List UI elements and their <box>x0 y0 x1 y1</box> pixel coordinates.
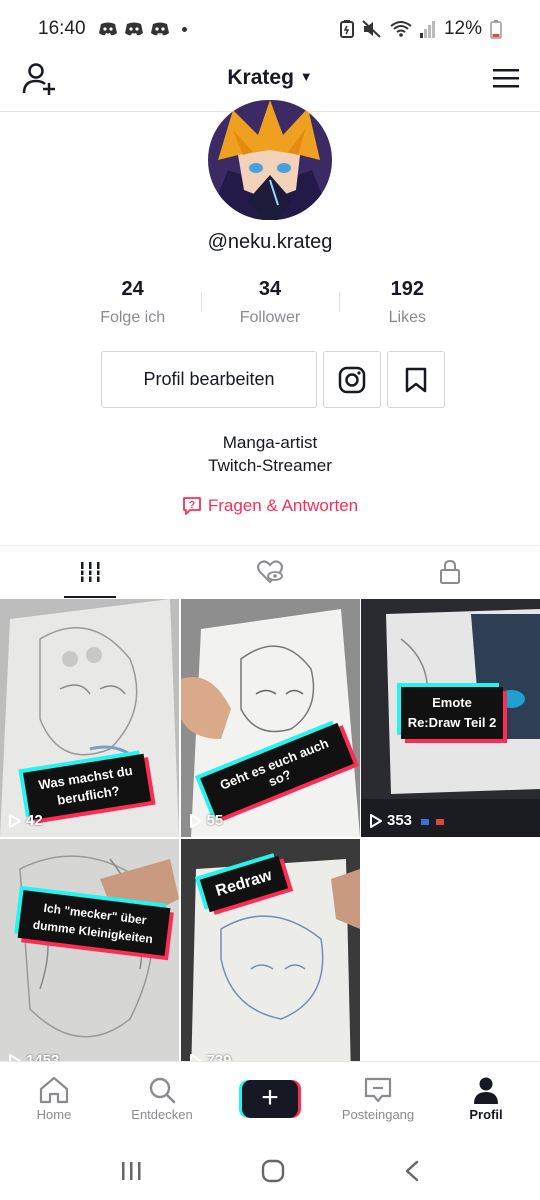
nav-create[interactable]: + <box>216 1062 324 1141</box>
discord-icon <box>150 22 169 36</box>
video-thumbnail[interactable]: Geht es euch auch so? 55 <box>180 599 360 837</box>
profile-stats: 24 Folge ich 34 Follower 192 Likes <box>64 278 476 327</box>
stat-value: 34 <box>258 278 282 300</box>
status-bar: 16:40 12% <box>0 0 540 58</box>
nav-label: Posteingang <box>341 1107 415 1122</box>
grid-icon <box>81 562 100 582</box>
stat-value: 192 <box>390 278 424 300</box>
view-count-value: 42 <box>26 812 43 829</box>
nav-label: Home <box>36 1107 72 1122</box>
recent-apps-icon[interactable] <box>120 1161 142 1181</box>
qa-link[interactable]: ? Fragen & Antworten <box>0 496 540 516</box>
battery-percent: 12% <box>443 18 482 39</box>
bookmark-icon <box>405 367 427 392</box>
avatar[interactable] <box>208 100 332 220</box>
view-count: 353 <box>369 812 412 829</box>
home-icon <box>39 1076 69 1104</box>
signal-icon <box>419 21 435 38</box>
nav-home[interactable]: Home <box>0 1062 108 1141</box>
play-icon <box>370 813 382 828</box>
chevron-down-icon: ▼ <box>299 69 313 84</box>
discord-icon <box>124 22 143 36</box>
lock-icon <box>440 559 460 584</box>
instagram-icon <box>338 366 366 393</box>
search-icon <box>149 1077 176 1104</box>
bio-line: Manga-artist <box>222 433 318 452</box>
profile-actions: Profil bearbeiten <box>101 351 445 408</box>
qa-link-label: Fragen & Antworten <box>207 496 359 515</box>
nav-profile[interactable]: Profil <box>432 1062 540 1141</box>
tab-private[interactable] <box>360 546 540 598</box>
bio-line: Twitch-Streamer <box>208 456 332 475</box>
menu-icon[interactable] <box>492 66 520 90</box>
nav-label: Entdecken <box>131 1107 193 1122</box>
nav-inbox[interactable]: Posteingang <box>324 1062 432 1141</box>
stat-value: 24 <box>121 278 144 300</box>
question-bubble-icon: ? <box>182 497 201 515</box>
instagram-button[interactable] <box>323 351 381 408</box>
view-count: 42 <box>8 812 43 829</box>
hidden-heart-icon <box>257 560 283 584</box>
nav-discover[interactable]: Entdecken <box>108 1062 216 1141</box>
profile-icon <box>474 1077 498 1104</box>
stat-followers[interactable]: 34 Follower <box>201 278 338 327</box>
wifi-icon <box>390 21 412 37</box>
account-name: Krateg <box>227 66 294 89</box>
video-thumbnail[interactable]: Ich "mecker" über dumme Kleinigkeiten 14… <box>0 839 179 1077</box>
stat-following[interactable]: 24 Folge ich <box>64 278 201 327</box>
profile-tabs <box>0 545 540 598</box>
play-icon <box>9 813 21 828</box>
back-icon[interactable] <box>404 1160 420 1182</box>
system-nav-bar <box>0 1141 540 1200</box>
video-caption: Emote Re:Draw Teil 2 <box>401 687 503 739</box>
video-grid: Was machst du beruflich? 42 Geht es euch… <box>0 599 540 1077</box>
favorites-button[interactable] <box>387 351 445 408</box>
battery-icon <box>490 20 502 39</box>
view-count-value: 55 <box>206 812 224 829</box>
stat-label: Likes <box>388 309 426 326</box>
inbox-icon <box>364 1077 392 1103</box>
status-time: 16:40 <box>38 18 86 39</box>
bio: Manga-artist Twitch-Streamer <box>0 431 540 477</box>
discord-icon <box>98 22 117 36</box>
play-icon <box>189 813 202 828</box>
account-switcher[interactable]: Krateg ▼ <box>0 66 540 90</box>
username: @neku.krateg <box>207 231 333 253</box>
video-thumbnail[interactable]: Redraw 739 <box>180 839 360 1077</box>
view-count: 55 <box>189 812 224 829</box>
mute-icon <box>362 20 381 38</box>
create-button[interactable]: + <box>239 1080 301 1118</box>
stat-likes[interactable]: 192 Likes <box>338 278 476 327</box>
stat-label: Follower <box>239 309 301 326</box>
nav-label: Profil <box>469 1107 503 1122</box>
battery-saver-icon <box>339 20 354 38</box>
more-notifications-dot-icon <box>181 26 187 32</box>
video-thumbnail[interactable]: Was machst du beruflich? 42 <box>0 599 179 837</box>
view-count-value: 353 <box>387 812 413 829</box>
plus-icon: + <box>242 1080 298 1118</box>
bottom-nav: Home Entdecken + Posteingang Profil <box>0 1061 540 1141</box>
video-thumbnail[interactable]: Emote Re:Draw Teil 2 353 <box>361 599 540 837</box>
svg-text:?: ? <box>189 500 195 511</box>
home-button-icon[interactable] <box>261 1159 285 1183</box>
tab-liked[interactable] <box>180 546 360 598</box>
edit-profile-button[interactable]: Profil bearbeiten <box>101 351 317 408</box>
tab-videos[interactable] <box>0 546 180 598</box>
stat-label: Folge ich <box>100 309 166 326</box>
